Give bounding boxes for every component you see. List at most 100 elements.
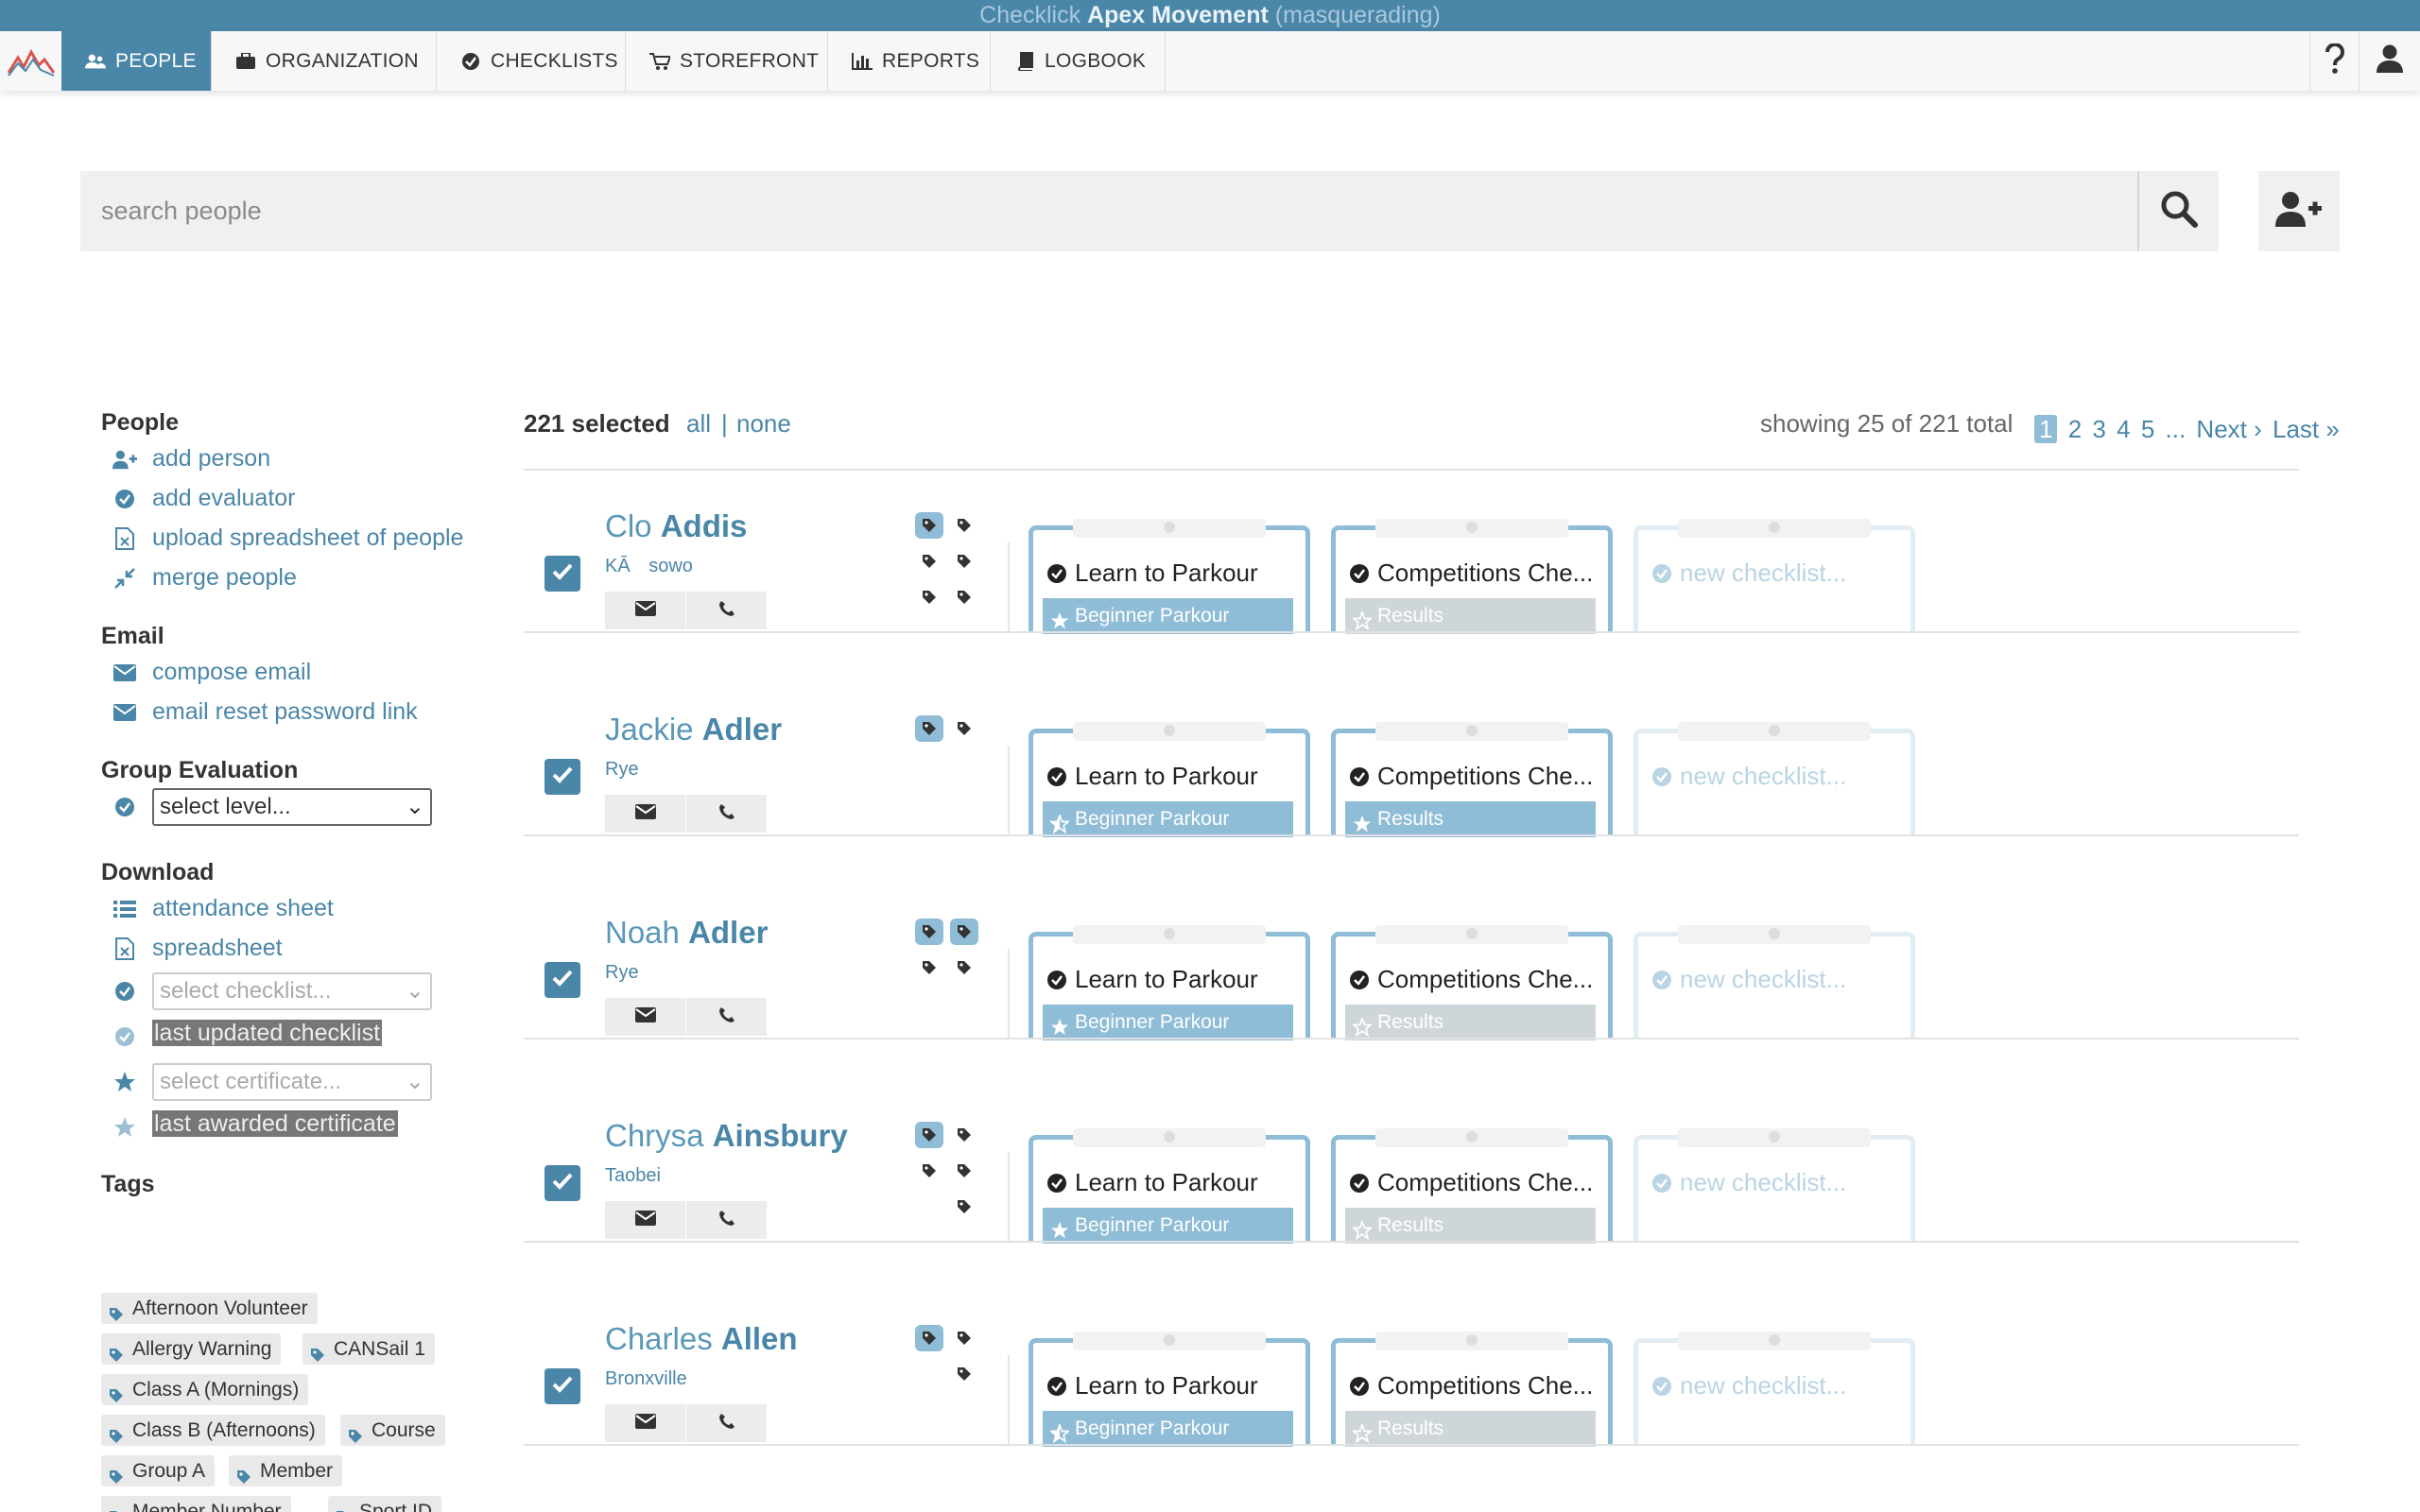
checklist-card[interactable]: Learn to Parkour Beginner Parkour xyxy=(1028,519,1310,634)
last-page-link[interactable]: Last » xyxy=(2273,415,2340,443)
tag-icon[interactable] xyxy=(915,715,943,742)
select-level-dropdown[interactable]: select level... ⌄ xyxy=(152,788,432,826)
person-name-link[interactable]: Jackie Adler xyxy=(605,712,782,747)
checklick-logo[interactable] xyxy=(0,31,61,91)
email-person-button[interactable] xyxy=(605,1201,685,1239)
checklist-card[interactable]: Competitions Che... Results xyxy=(1331,1128,1613,1244)
tag-icon[interactable] xyxy=(950,1361,978,1387)
tag-chip[interactable]: Sport ID xyxy=(328,1496,442,1512)
new-checklist-card[interactable]: new checklist... xyxy=(1634,1128,1915,1243)
last-awarded-certificate-row[interactable]: last awarded certificate xyxy=(101,1104,498,1149)
person-name-link[interactable]: Chrysa Ainsbury xyxy=(605,1118,848,1154)
user-menu-button[interactable] xyxy=(2359,31,2420,91)
email-person-button[interactable] xyxy=(605,1404,685,1442)
select-certificate-dropdown[interactable]: select certificate... ⌄ xyxy=(152,1063,432,1101)
email-reset-link[interactable]: email reset password link xyxy=(101,692,498,731)
tab-checklists[interactable]: Checklists xyxy=(437,31,626,91)
tab-organization[interactable]: Organization xyxy=(212,31,437,91)
certificate-badge[interactable]: Beginner Parkour xyxy=(1043,1005,1293,1040)
tag-icon[interactable] xyxy=(915,512,943,539)
row-checkbox[interactable] xyxy=(544,556,580,592)
tag-icon[interactable] xyxy=(950,715,978,742)
call-person-button[interactable] xyxy=(686,592,767,629)
email-person-button[interactable] xyxy=(605,795,685,833)
certificate-badge[interactable]: Results xyxy=(1345,598,1596,634)
tag-icon[interactable] xyxy=(950,954,978,981)
tag-icon[interactable] xyxy=(915,954,943,981)
next-page-link[interactable]: Next › xyxy=(2196,415,2261,443)
tab-storefront[interactable]: Storefront xyxy=(626,31,828,91)
row-checkbox[interactable] xyxy=(544,1165,580,1201)
tab-logbook[interactable]: Logbook xyxy=(991,31,1166,91)
email-person-button[interactable] xyxy=(605,998,685,1036)
page-link-current[interactable]: 1 xyxy=(2034,415,2058,443)
tag-icon[interactable] xyxy=(950,919,978,945)
merge-people-link[interactable]: merge people xyxy=(101,558,498,597)
tag-chip[interactable]: Afternoon Volunteer xyxy=(101,1293,318,1324)
tag-chip[interactable]: Class A (Mornings) xyxy=(101,1374,309,1405)
certificate-badge[interactable]: Results xyxy=(1345,1411,1596,1447)
select-checklist-dropdown[interactable]: select checklist... ⌄ xyxy=(152,972,432,1010)
certificate-badge[interactable]: Results xyxy=(1345,1208,1596,1244)
tag-icon[interactable] xyxy=(950,1122,978,1148)
search-input[interactable] xyxy=(80,171,2137,251)
person-name-link[interactable]: Charles Allen xyxy=(605,1321,798,1357)
tag-icon[interactable] xyxy=(915,1158,943,1184)
checklist-card[interactable]: Competitions Che... Results xyxy=(1331,519,1613,634)
page-link[interactable]: 4 xyxy=(2117,415,2130,443)
tag-icon[interactable] xyxy=(950,1158,978,1184)
tag-chip[interactable]: Member xyxy=(229,1455,343,1486)
person-name-link[interactable]: Noah Adler xyxy=(605,915,768,951)
checklist-card[interactable]: Competitions Che... Results xyxy=(1331,925,1613,1040)
row-checkbox[interactable] xyxy=(544,759,580,795)
page-link[interactable]: 3 xyxy=(2092,415,2105,443)
tag-icon[interactable] xyxy=(950,1325,978,1351)
checklist-card[interactable]: Learn to Parkour Beginner Parkour xyxy=(1028,1128,1310,1244)
add-person-link[interactable]: add person xyxy=(101,438,498,478)
tag-chip[interactable]: Allergy Warning xyxy=(101,1333,282,1365)
tag-icon[interactable] xyxy=(950,1194,978,1220)
checklist-card[interactable]: Learn to Parkour Beginner Parkour xyxy=(1028,722,1310,837)
attendance-sheet-link[interactable]: attendance sheet xyxy=(101,888,498,928)
new-checklist-card[interactable]: new checklist... xyxy=(1634,722,1915,836)
tag-icon[interactable] xyxy=(915,548,943,575)
tag-icon[interactable] xyxy=(915,1325,943,1351)
page-link[interactable]: 5 xyxy=(2141,415,2154,443)
row-checkbox[interactable] xyxy=(544,962,580,998)
new-checklist-card[interactable]: new checklist... xyxy=(1634,1332,1915,1446)
new-checklist-card[interactable]: new checklist... xyxy=(1634,925,1915,1040)
new-checklist-card[interactable]: new checklist... xyxy=(1634,519,1915,633)
certificate-badge[interactable]: Beginner Parkour xyxy=(1043,1411,1293,1447)
row-checkbox[interactable] xyxy=(544,1368,580,1404)
page-link[interactable]: 2 xyxy=(2068,415,2082,443)
help-button[interactable] xyxy=(2309,31,2359,91)
tag-icon[interactable] xyxy=(915,1122,943,1148)
certificate-badge[interactable]: Beginner Parkour xyxy=(1043,801,1293,837)
tag-icon[interactable] xyxy=(915,919,943,945)
select-all-link[interactable]: all xyxy=(686,406,711,440)
add-evaluator-link[interactable]: add evaluator xyxy=(101,478,498,518)
tag-chip[interactable]: CANSail 1 xyxy=(302,1333,435,1365)
tab-people[interactable]: People xyxy=(61,31,212,91)
certificate-badge[interactable]: Results xyxy=(1345,801,1596,837)
checklist-card[interactable]: Competitions Che... Results xyxy=(1331,1332,1613,1447)
certificate-badge[interactable]: Results xyxy=(1345,1005,1596,1040)
tag-icon[interactable] xyxy=(915,584,943,610)
download-spreadsheet-link[interactable]: spreadsheet xyxy=(101,928,498,968)
email-person-button[interactable] xyxy=(605,592,685,629)
call-person-button[interactable] xyxy=(686,998,767,1036)
person-name-link[interactable]: Clo Addis xyxy=(605,508,747,544)
call-person-button[interactable] xyxy=(686,1404,767,1442)
tag-icon[interactable] xyxy=(950,512,978,539)
call-person-button[interactable] xyxy=(686,795,767,833)
add-person-button[interactable] xyxy=(2258,171,2340,251)
tag-chip[interactable]: Group A xyxy=(101,1455,216,1486)
select-none-link[interactable]: none xyxy=(736,406,791,440)
certificate-badge[interactable]: Beginner Parkour xyxy=(1043,598,1293,634)
call-person-button[interactable] xyxy=(686,1201,767,1239)
search-button[interactable] xyxy=(2137,171,2219,251)
certificate-badge[interactable]: Beginner Parkour xyxy=(1043,1208,1293,1244)
tag-chip[interactable]: Member Number xyxy=(101,1496,291,1512)
checklist-card[interactable]: Learn to Parkour Beginner Parkour xyxy=(1028,925,1310,1040)
upload-spreadsheet-link[interactable]: upload spreadsheet of people xyxy=(101,518,498,558)
